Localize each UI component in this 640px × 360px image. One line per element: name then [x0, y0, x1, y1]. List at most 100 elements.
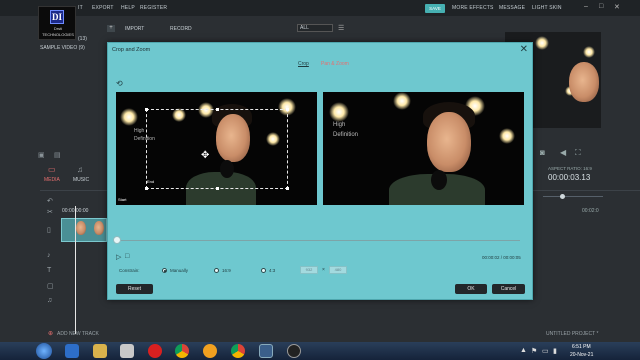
explorer-icon[interactable]	[93, 344, 107, 358]
taskbar: ▲ ⚑ ▭ ▮ 6:51 PM 20-Nov-21	[0, 342, 640, 360]
video-clip[interactable]	[61, 218, 107, 242]
opera-icon[interactable]	[148, 344, 162, 358]
clock-time[interactable]: 6:51 PM	[572, 344, 591, 350]
tray-up-icon[interactable]: ▲	[520, 347, 527, 354]
radio-16-9[interactable]	[214, 268, 219, 273]
crop-handle-top[interactable]	[216, 108, 219, 111]
logo-line2: TECHNOLOGIES	[42, 32, 74, 37]
audio-track-icon[interactable]: ♫	[47, 297, 52, 304]
delete-icon[interactable]: ▤	[54, 151, 61, 159]
playhead-timecode: 00:00:03.13	[548, 173, 591, 182]
logo-line1: Drsti	[53, 26, 63, 31]
flag-icon[interactable]: ⚑	[531, 347, 537, 355]
undo-icon[interactable]: ↶	[47, 197, 53, 205]
crop-handle-bottom[interactable]	[216, 187, 219, 190]
pip-track-icon[interactable]: ▢	[47, 282, 54, 290]
add-icon[interactable]: +	[107, 25, 115, 32]
source-preview[interactable]: High Definition ✥ End Start	[116, 92, 317, 205]
scrubber-knob[interactable]	[113, 236, 121, 244]
maximize-icon[interactable]: □	[599, 3, 603, 10]
clock-app-icon[interactable]	[287, 344, 301, 358]
library-count: (13)	[78, 36, 87, 42]
list-view-icon[interactable]: ☰	[338, 24, 344, 32]
project-name: UNTITLED PROJECT *	[546, 331, 599, 337]
crop-handle-br[interactable]	[286, 187, 289, 190]
sample-video-item[interactable]: SAMPLE VIDEO (9)	[40, 45, 85, 51]
menu-more-effects[interactable]: MORE EFFECTS	[452, 5, 494, 11]
ok-button[interactable]: OK	[455, 284, 487, 294]
chrome-icon-2[interactable]	[231, 344, 245, 358]
cut-icon[interactable]: ✂	[47, 208, 53, 216]
import-button[interactable]: IMPORT	[125, 26, 144, 32]
option-manually[interactable]: Manually	[170, 268, 188, 273]
crop-rectangle[interactable]	[145, 108, 289, 190]
tab-media[interactable]: MEDIA	[44, 177, 60, 183]
menu-light-skin[interactable]: LIGHT SKIN	[532, 5, 562, 11]
move-cursor-icon: ✥	[201, 150, 210, 161]
snapshot-icon[interactable]: ◙	[540, 148, 545, 157]
volume-icon[interactable]: ◀	[560, 148, 566, 157]
menu-export[interactable]: EXPORT	[92, 5, 114, 11]
crop-handle-tr[interactable]	[286, 108, 289, 111]
width-field[interactable]: 932	[300, 266, 318, 274]
add-track-icon[interactable]: ⊕	[48, 330, 53, 337]
crop-tool-icon[interactable]: ⟲	[116, 79, 123, 88]
filmora-icon[interactable]	[259, 344, 273, 358]
constrain-label: Constrain:	[119, 268, 140, 273]
monitor-icon[interactable]: ▭	[542, 347, 549, 355]
start-button-icon[interactable]	[36, 343, 52, 359]
tab-crop[interactable]: Crop	[298, 61, 309, 67]
height-field[interactable]: 480	[329, 266, 347, 274]
tab-pan-zoom[interactable]: Pan & Zoom	[321, 61, 349, 67]
play-icon[interactable]: ▷	[116, 253, 121, 261]
tab-music[interactable]: MUSIC	[73, 177, 89, 183]
clock-date[interactable]: 20-Nov-21	[570, 352, 593, 358]
ie-icon[interactable]	[65, 344, 79, 358]
ruler-end-time: 00:02:0	[582, 208, 599, 214]
start-label: Start	[118, 197, 127, 202]
crop-handle-bl[interactable]	[145, 187, 148, 190]
import-toolbar: + IMPORT RECORD ALL ☰	[103, 23, 353, 35]
cancel-button[interactable]: Cancel	[492, 284, 525, 294]
close-icon[interactable]: ✕	[614, 3, 620, 11]
music-track-icon[interactable]: ♪	[47, 252, 51, 259]
radio-manually[interactable]	[162, 268, 167, 273]
zoom-slider[interactable]	[543, 196, 603, 197]
save-button[interactable]: SAVE	[425, 4, 445, 13]
menu-help[interactable]: HELP	[121, 5, 135, 11]
timeline-scrubber[interactable]	[116, 240, 520, 241]
aspect-ratio-label: ASPECT RATIO: 16:9	[548, 166, 592, 171]
folder-icon[interactable]: ▣	[38, 151, 45, 159]
menu-message[interactable]: MESSAGE	[499, 5, 525, 11]
add-new-track-button[interactable]: ADD NEW TRACK	[57, 331, 99, 337]
output-overlay-line1: High	[333, 122, 346, 128]
menu-register[interactable]: REGISTER	[140, 5, 167, 11]
menu-edit[interactable]: IT	[78, 5, 83, 11]
fullscreen-icon[interactable]: ⛶	[575, 148, 581, 158]
chrome-icon[interactable]	[175, 344, 189, 358]
times-sign: ×	[322, 267, 325, 273]
dialog-title: Crop and Zoom	[112, 47, 151, 53]
output-preview: High Definition	[323, 92, 524, 205]
stop-icon[interactable]: □	[125, 253, 129, 260]
reset-button[interactable]: Reset	[116, 284, 153, 294]
crop-handle-tl[interactable]	[145, 108, 148, 111]
crop-zoom-dialog: Crop and Zoom ✕ Crop Pan & Zoom ⟲ High D…	[107, 42, 533, 300]
clip-icon[interactable]: ▯	[47, 226, 51, 234]
option-16-9[interactable]: 16:9	[222, 268, 231, 273]
output-overlay-line2: Definition	[333, 132, 359, 138]
logo-mark: DI	[50, 10, 64, 24]
media-player-icon[interactable]	[120, 344, 134, 358]
playhead[interactable]	[75, 206, 76, 334]
overlay-text-line1: High	[134, 128, 145, 134]
radio-4-3[interactable]	[261, 268, 266, 273]
record-button[interactable]: RECORD	[170, 26, 192, 32]
filter-select[interactable]: ALL	[297, 24, 333, 32]
text-track-icon[interactable]: T	[47, 267, 51, 274]
network-icon[interactable]: ▮	[553, 347, 557, 355]
zoom-slider-knob[interactable]	[560, 194, 565, 199]
app-icon[interactable]	[203, 344, 217, 358]
close-icon[interactable]: ✕	[520, 44, 528, 55]
option-4-3[interactable]: 4:3	[269, 268, 275, 273]
minimize-icon[interactable]: –	[584, 3, 588, 10]
